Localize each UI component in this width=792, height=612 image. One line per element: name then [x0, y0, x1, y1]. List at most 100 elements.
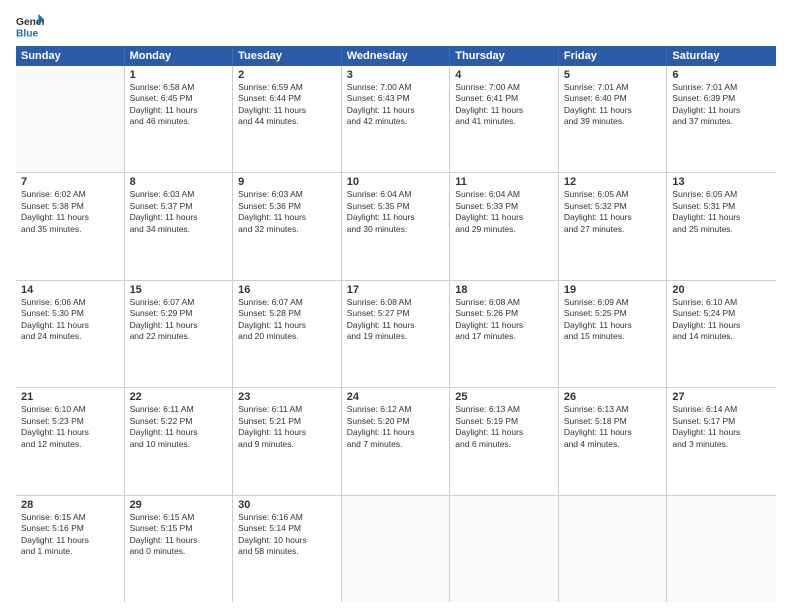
calendar-cell-day-23: 23Sunrise: 6:11 AM Sunset: 5:21 PM Dayli… [233, 388, 342, 494]
calendar-cell-day-11: 11Sunrise: 6:04 AM Sunset: 5:33 PM Dayli… [450, 173, 559, 279]
weekday-header-thursday: Thursday [450, 46, 559, 66]
calendar-cell-day-24: 24Sunrise: 6:12 AM Sunset: 5:20 PM Dayli… [342, 388, 451, 494]
cell-daylight-info: Sunrise: 6:10 AM Sunset: 5:23 PM Dayligh… [21, 404, 119, 450]
calendar-cell-day-17: 17Sunrise: 6:08 AM Sunset: 5:27 PM Dayli… [342, 281, 451, 387]
weekday-header-sunday: Sunday [16, 46, 125, 66]
day-number: 18 [455, 284, 553, 296]
cell-daylight-info: Sunrise: 6:15 AM Sunset: 5:16 PM Dayligh… [21, 512, 119, 558]
cell-daylight-info: Sunrise: 6:02 AM Sunset: 5:38 PM Dayligh… [21, 189, 119, 235]
cell-daylight-info: Sunrise: 6:13 AM Sunset: 5:18 PM Dayligh… [564, 404, 662, 450]
svg-text:Blue: Blue [16, 28, 39, 39]
cell-daylight-info: Sunrise: 6:05 AM Sunset: 5:31 PM Dayligh… [672, 189, 771, 235]
cell-daylight-info: Sunrise: 6:04 AM Sunset: 5:33 PM Dayligh… [455, 189, 553, 235]
calendar-cell-day-19: 19Sunrise: 6:09 AM Sunset: 5:25 PM Dayli… [559, 281, 668, 387]
day-number: 23 [238, 391, 336, 403]
day-number: 20 [672, 284, 771, 296]
day-number: 2 [238, 69, 336, 81]
day-number: 4 [455, 69, 553, 81]
day-number: 9 [238, 176, 336, 188]
day-number: 25 [455, 391, 553, 403]
calendar-cell-day-13: 13Sunrise: 6:05 AM Sunset: 5:31 PM Dayli… [667, 173, 776, 279]
calendar-cell-day-10: 10Sunrise: 6:04 AM Sunset: 5:35 PM Dayli… [342, 173, 451, 279]
day-number: 30 [238, 499, 336, 511]
cell-daylight-info: Sunrise: 6:12 AM Sunset: 5:20 PM Dayligh… [347, 404, 445, 450]
calendar-cell-day-15: 15Sunrise: 6:07 AM Sunset: 5:29 PM Dayli… [125, 281, 234, 387]
cell-daylight-info: Sunrise: 6:15 AM Sunset: 5:15 PM Dayligh… [130, 512, 228, 558]
calendar-row-3: 21Sunrise: 6:10 AM Sunset: 5:23 PM Dayli… [16, 388, 776, 495]
cell-daylight-info: Sunrise: 6:06 AM Sunset: 5:30 PM Dayligh… [21, 297, 119, 343]
calendar-cell-day-26: 26Sunrise: 6:13 AM Sunset: 5:18 PM Dayli… [559, 388, 668, 494]
cell-daylight-info: Sunrise: 6:04 AM Sunset: 5:35 PM Dayligh… [347, 189, 445, 235]
day-number: 21 [21, 391, 119, 403]
cell-daylight-info: Sunrise: 6:10 AM Sunset: 5:24 PM Dayligh… [672, 297, 771, 343]
cell-daylight-info: Sunrise: 6:07 AM Sunset: 5:28 PM Dayligh… [238, 297, 336, 343]
day-number: 11 [455, 176, 553, 188]
calendar-cell-day-6: 6Sunrise: 7:01 AM Sunset: 6:39 PM Daylig… [667, 66, 776, 172]
cell-daylight-info: Sunrise: 6:13 AM Sunset: 5:19 PM Dayligh… [455, 404, 553, 450]
calendar-cell-day-2: 2Sunrise: 6:59 AM Sunset: 6:44 PM Daylig… [233, 66, 342, 172]
day-number: 6 [672, 69, 771, 81]
logo-icon: General Blue [16, 12, 44, 40]
calendar-cell-day-7: 7Sunrise: 6:02 AM Sunset: 5:38 PM Daylig… [16, 173, 125, 279]
cell-daylight-info: Sunrise: 7:01 AM Sunset: 6:39 PM Dayligh… [672, 82, 771, 128]
calendar: SundayMondayTuesdayWednesdayThursdayFrid… [16, 46, 776, 602]
calendar-cell-day-5: 5Sunrise: 7:01 AM Sunset: 6:40 PM Daylig… [559, 66, 668, 172]
day-number: 26 [564, 391, 662, 403]
day-number: 22 [130, 391, 228, 403]
cell-daylight-info: Sunrise: 6:58 AM Sunset: 6:45 PM Dayligh… [130, 82, 228, 128]
calendar-cell-empty [16, 66, 125, 172]
cell-daylight-info: Sunrise: 6:03 AM Sunset: 5:36 PM Dayligh… [238, 189, 336, 235]
calendar-row-4: 28Sunrise: 6:15 AM Sunset: 5:16 PM Dayli… [16, 496, 776, 602]
calendar-cell-day-3: 3Sunrise: 7:00 AM Sunset: 6:43 PM Daylig… [342, 66, 451, 172]
calendar-cell-day-29: 29Sunrise: 6:15 AM Sunset: 5:15 PM Dayli… [125, 496, 234, 602]
calendar-cell-day-27: 27Sunrise: 6:14 AM Sunset: 5:17 PM Dayli… [667, 388, 776, 494]
calendar-cell-day-9: 9Sunrise: 6:03 AM Sunset: 5:36 PM Daylig… [233, 173, 342, 279]
cell-daylight-info: Sunrise: 6:07 AM Sunset: 5:29 PM Dayligh… [130, 297, 228, 343]
day-number: 13 [672, 176, 771, 188]
weekday-header-saturday: Saturday [667, 46, 776, 66]
day-number: 24 [347, 391, 445, 403]
cell-daylight-info: Sunrise: 6:03 AM Sunset: 5:37 PM Dayligh… [130, 189, 228, 235]
calendar-cell-day-12: 12Sunrise: 6:05 AM Sunset: 5:32 PM Dayli… [559, 173, 668, 279]
calendar-cell-day-30: 30Sunrise: 6:16 AM Sunset: 5:14 PM Dayli… [233, 496, 342, 602]
calendar-cell-empty [667, 496, 776, 602]
cell-daylight-info: Sunrise: 6:16 AM Sunset: 5:14 PM Dayligh… [238, 512, 336, 558]
day-number: 12 [564, 176, 662, 188]
day-number: 3 [347, 69, 445, 81]
day-number: 27 [672, 391, 771, 403]
day-number: 14 [21, 284, 119, 296]
cell-daylight-info: Sunrise: 7:00 AM Sunset: 6:41 PM Dayligh… [455, 82, 553, 128]
day-number: 28 [21, 499, 119, 511]
day-number: 17 [347, 284, 445, 296]
weekday-header-wednesday: Wednesday [342, 46, 451, 66]
calendar-cell-day-14: 14Sunrise: 6:06 AM Sunset: 5:30 PM Dayli… [16, 281, 125, 387]
cell-daylight-info: Sunrise: 6:14 AM Sunset: 5:17 PM Dayligh… [672, 404, 771, 450]
calendar-row-2: 14Sunrise: 6:06 AM Sunset: 5:30 PM Dayli… [16, 281, 776, 388]
day-number: 7 [21, 176, 119, 188]
header: General Blue [16, 12, 776, 40]
weekday-header-friday: Friday [559, 46, 668, 66]
calendar-cell-day-4: 4Sunrise: 7:00 AM Sunset: 6:41 PM Daylig… [450, 66, 559, 172]
calendar-cell-day-21: 21Sunrise: 6:10 AM Sunset: 5:23 PM Dayli… [16, 388, 125, 494]
cell-daylight-info: Sunrise: 7:00 AM Sunset: 6:43 PM Dayligh… [347, 82, 445, 128]
cell-daylight-info: Sunrise: 6:05 AM Sunset: 5:32 PM Dayligh… [564, 189, 662, 235]
calendar-cell-day-1: 1Sunrise: 6:58 AM Sunset: 6:45 PM Daylig… [125, 66, 234, 172]
day-number: 8 [130, 176, 228, 188]
day-number: 16 [238, 284, 336, 296]
calendar-cell-day-8: 8Sunrise: 6:03 AM Sunset: 5:37 PM Daylig… [125, 173, 234, 279]
day-number: 29 [130, 499, 228, 511]
calendar-cell-day-20: 20Sunrise: 6:10 AM Sunset: 5:24 PM Dayli… [667, 281, 776, 387]
calendar-cell-empty [450, 496, 559, 602]
cell-daylight-info: Sunrise: 6:59 AM Sunset: 6:44 PM Dayligh… [238, 82, 336, 128]
day-number: 5 [564, 69, 662, 81]
calendar-cell-day-22: 22Sunrise: 6:11 AM Sunset: 5:22 PM Dayli… [125, 388, 234, 494]
calendar-cell-day-18: 18Sunrise: 6:08 AM Sunset: 5:26 PM Dayli… [450, 281, 559, 387]
calendar-body: 1Sunrise: 6:58 AM Sunset: 6:45 PM Daylig… [16, 66, 776, 602]
day-number: 15 [130, 284, 228, 296]
calendar-cell-empty [559, 496, 668, 602]
cell-daylight-info: Sunrise: 6:11 AM Sunset: 5:21 PM Dayligh… [238, 404, 336, 450]
day-number: 19 [564, 284, 662, 296]
logo: General Blue [16, 12, 44, 40]
calendar-page: General Blue SundayMondayTuesdayWednesda… [0, 0, 792, 612]
calendar-cell-day-16: 16Sunrise: 6:07 AM Sunset: 5:28 PM Dayli… [233, 281, 342, 387]
